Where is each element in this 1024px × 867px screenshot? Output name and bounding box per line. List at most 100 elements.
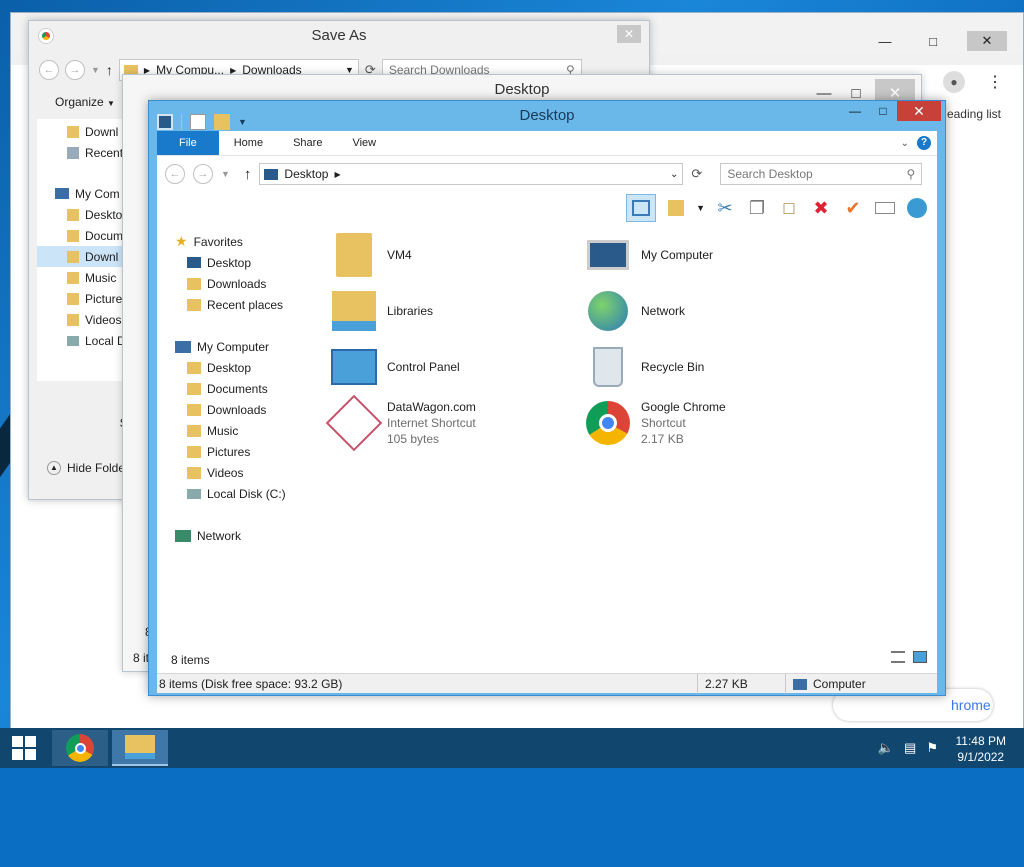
nav-favorites-label: Favorites: [193, 234, 243, 249]
profile-icon[interactable]: ●: [943, 71, 965, 93]
file-item-network[interactable]: Network: [583, 285, 823, 337]
minimize-button[interactable]: —: [841, 101, 869, 121]
file-item-name: Recycle Bin: [641, 360, 705, 374]
nav-network[interactable]: Network: [157, 525, 317, 546]
close-button[interactable]: ✕: [897, 101, 941, 121]
action-center-icon[interactable]: ⚑: [926, 740, 938, 756]
copy-button[interactable]: ❐: [745, 196, 769, 220]
folder-icon: [67, 229, 79, 242]
tab-home[interactable]: Home: [219, 131, 278, 155]
forward-button[interactable]: →: [193, 164, 213, 184]
file-item-datawagon[interactable]: DataWagon.com Internet Shortcut 105 byte…: [325, 394, 569, 452]
details-view-icon[interactable]: [891, 651, 905, 663]
nav-item-label: Desktop: [207, 255, 252, 270]
explorer-window-controls: — □ ✕: [841, 101, 941, 121]
nav-item-label: Videos: [207, 465, 244, 480]
up-arrow-icon[interactable]: ↑: [244, 166, 252, 183]
taskbar-file-explorer[interactable]: [112, 730, 168, 766]
nav-item-desktop[interactable]: Desktop: [157, 357, 317, 378]
save-as-close-button[interactable]: ✕: [617, 25, 641, 43]
organize-label: Organize: [55, 95, 104, 109]
reading-list-label[interactable]: eading list: [947, 107, 1001, 121]
computer-icon: [175, 340, 191, 353]
maximize-button[interactable]: □: [919, 31, 947, 51]
back-button[interactable]: ←: [39, 60, 59, 80]
computer-icon: [793, 678, 807, 690]
new-folder-icon[interactable]: [214, 114, 230, 130]
file-item-control-panel[interactable]: Control Panel: [329, 341, 569, 393]
properties-button[interactable]: [873, 196, 897, 220]
forward-button[interactable]: →: [65, 60, 85, 80]
nav-item-label: Desktop: [207, 360, 252, 375]
nav-item-desktop[interactable]: Desktop: [157, 252, 317, 273]
nav-item-downloads[interactable]: Downloads: [157, 273, 317, 294]
computer-icon[interactable]: [157, 114, 173, 130]
search-input[interactable]: Search Desktop ⚲: [720, 163, 923, 185]
nav-item-local-disk[interactable]: Local Disk (C:): [157, 483, 317, 504]
tab-share[interactable]: Share: [278, 131, 337, 155]
item-count: 8 items: [171, 653, 210, 667]
nav-item-pictures[interactable]: Pictures: [157, 441, 317, 462]
file-item-recycle-bin[interactable]: Recycle Bin: [583, 341, 823, 393]
recent-dropdown-icon[interactable]: ▼: [221, 169, 230, 179]
status-location-label: Computer: [813, 677, 866, 691]
file-item-google-chrome[interactable]: Google Chrome Shortcut 2.17 KB: [583, 397, 823, 449]
chrome-icon: [66, 734, 94, 762]
file-item-vm4[interactable]: VM4: [329, 229, 569, 281]
control-panel-icon: [329, 342, 379, 392]
expand-ribbon-icon[interactable]: ⌄: [901, 138, 909, 149]
taskbar-chrome[interactable]: [52, 730, 108, 766]
maximize-button[interactable]: □: [869, 101, 897, 121]
folder-icon: [187, 361, 201, 374]
nav-item-recent-places[interactable]: Recent places: [157, 294, 317, 315]
status-size: 2.27 KB: [705, 677, 748, 691]
preview-pane-button[interactable]: [626, 194, 657, 222]
folder-icon: [187, 445, 201, 458]
drive-icon: [187, 488, 201, 499]
extra-button[interactable]: [905, 196, 929, 220]
hide-folders-button[interactable]: ▲ Hide Folde: [47, 461, 125, 475]
organize-button[interactable]: Organize ▼: [55, 95, 115, 109]
address-bar[interactable]: Desktop ▶ ⌄: [259, 163, 684, 185]
address-dropdown-icon[interactable]: ⌄: [670, 169, 678, 180]
nav-item-documents[interactable]: Documents: [157, 378, 317, 399]
tab-file[interactable]: File: [157, 131, 219, 155]
nav-favorites[interactable]: ★ Favorites: [157, 231, 317, 252]
volume-muted-icon[interactable]: 🔈: [878, 740, 894, 756]
star-icon: ★: [175, 233, 188, 249]
breadcrumb-desktop[interactable]: Desktop: [284, 167, 328, 181]
close-button[interactable]: ✕: [967, 31, 1007, 51]
network-status-icon[interactable]: ▤: [904, 740, 916, 756]
minimize-button[interactable]: —: [871, 31, 899, 51]
back-button[interactable]: ←: [165, 164, 185, 184]
taskbar-clock[interactable]: 11:48 PM 9/1/2022: [956, 733, 1006, 765]
nav-network-label: Network: [197, 528, 242, 543]
chrome-icon: [39, 29, 53, 43]
nav-my-computer[interactable]: My Computer: [157, 336, 317, 357]
folder-options-button[interactable]: [664, 196, 688, 220]
recent-dropdown-icon[interactable]: ▼: [91, 65, 100, 75]
chevron-down-icon[interactable]: ▼: [696, 203, 705, 213]
delete-button[interactable]: ✖: [809, 196, 833, 220]
rename-button[interactable]: ✔: [841, 196, 865, 220]
breadcrumb-separator-icon[interactable]: ▶: [334, 170, 340, 179]
recent-places-icon: [67, 146, 79, 159]
properties-icon[interactable]: [190, 114, 206, 130]
paste-button[interactable]: □: [777, 196, 801, 220]
nav-item-music[interactable]: Music: [157, 420, 317, 441]
file-item-libraries[interactable]: Libraries: [329, 285, 569, 337]
help-icon[interactable]: ?: [917, 136, 931, 150]
menu-dots-icon[interactable]: ⋮: [987, 72, 1003, 92]
explorer-body: ★ Favorites Desktop Downloads Recent pla…: [157, 223, 937, 639]
explorer-window: ▼ Desktop — □ ✕ File Home Share View ⌄ ?…: [148, 100, 946, 696]
nav-item-videos[interactable]: Videos: [157, 462, 317, 483]
cut-button[interactable]: ✂: [713, 196, 737, 220]
tab-view[interactable]: View: [337, 131, 391, 155]
file-item-my-computer[interactable]: My Computer: [583, 229, 823, 281]
desktop-icon: [264, 168, 279, 180]
up-arrow-icon[interactable]: ↑: [106, 62, 113, 78]
nav-item-downloads[interactable]: Downloads: [157, 399, 317, 420]
large-icons-view-icon[interactable]: [913, 651, 927, 663]
start-button[interactable]: [0, 728, 48, 768]
refresh-icon[interactable]: ⟳: [691, 166, 702, 182]
